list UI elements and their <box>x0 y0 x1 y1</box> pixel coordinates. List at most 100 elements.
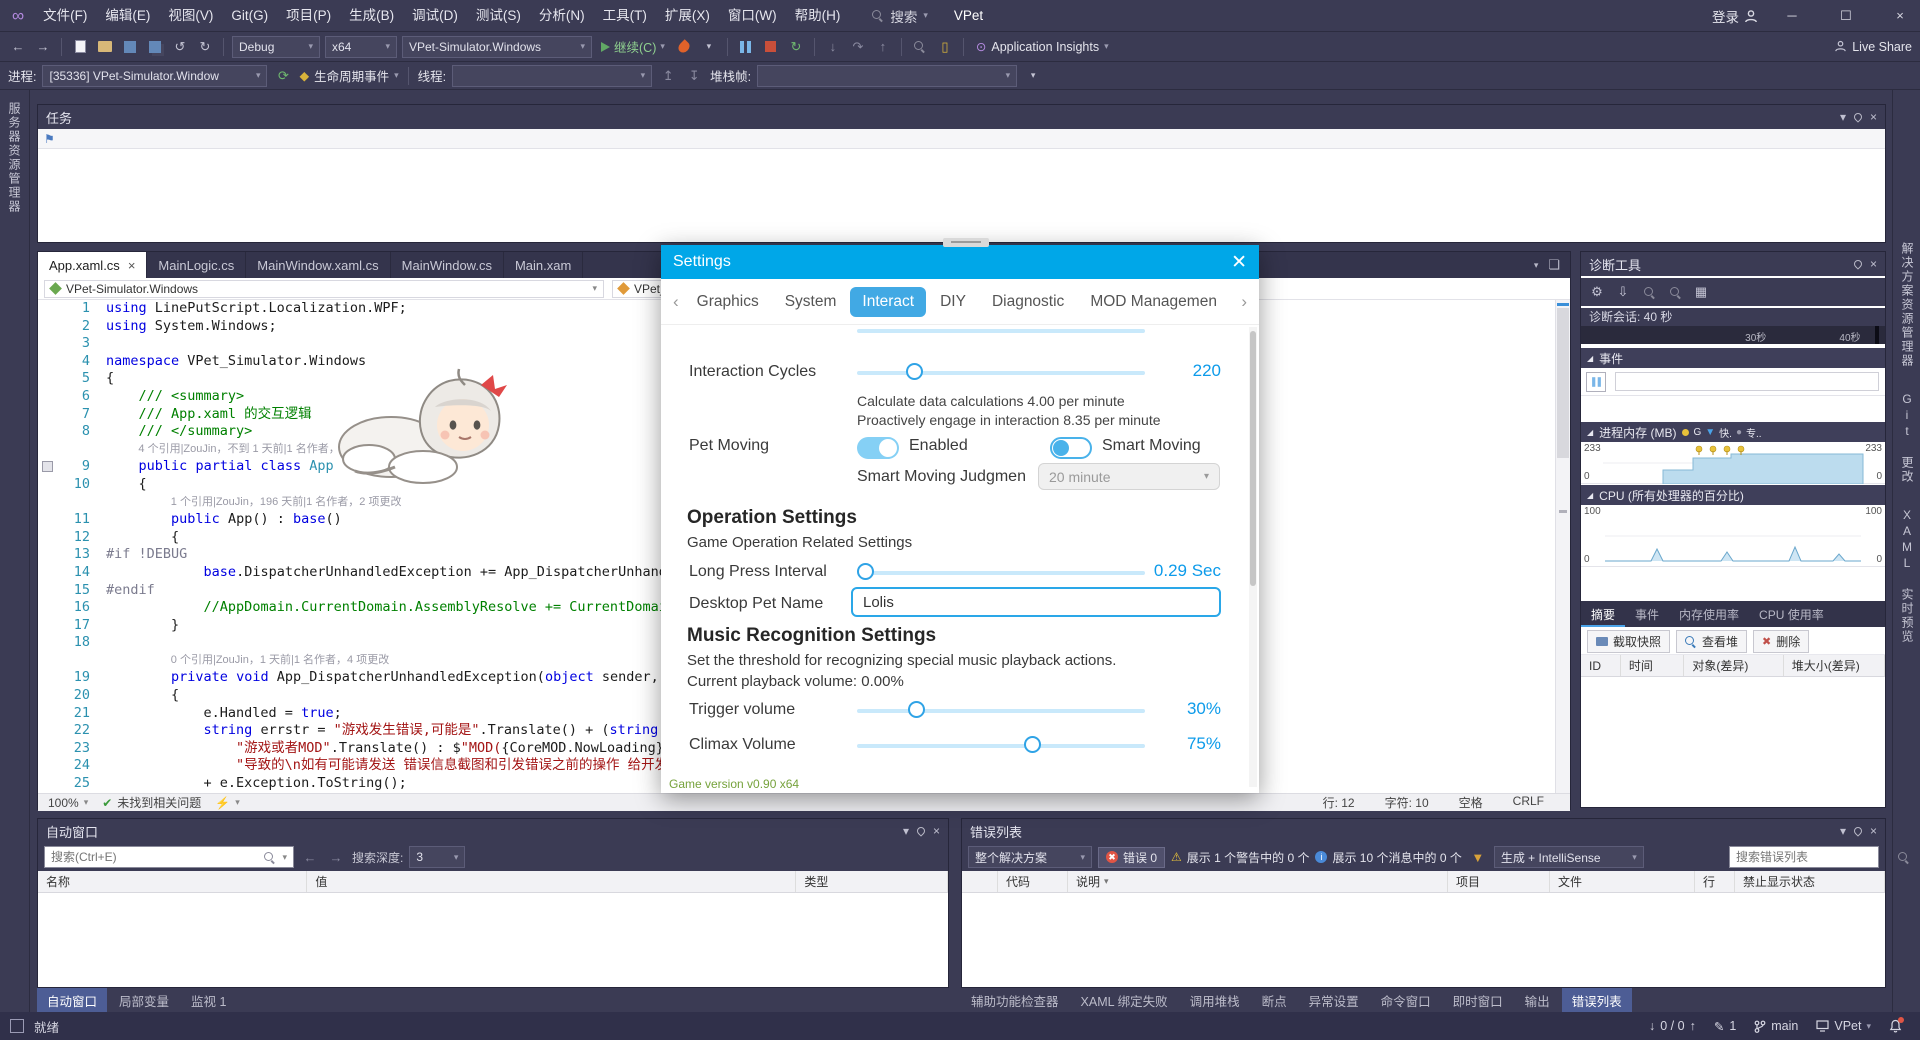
diag-column-对象(差异)[interactable]: 对象(差异) <box>1684 655 1783 676</box>
settings-tab-graphics[interactable]: Graphics <box>685 287 771 317</box>
new-file-icon[interactable] <box>70 37 90 57</box>
menu-item-视图(V)[interactable]: 视图(V) <box>159 0 222 31</box>
notifications-bell[interactable] <box>1889 1019 1902 1033</box>
step-over-icon[interactable]: ↷ <box>848 37 868 57</box>
diag-column-时间[interactable]: 时间 <box>1621 655 1685 676</box>
settings-tab-diagnostic[interactable]: Diagnostic <box>980 287 1076 317</box>
bookmark-icon[interactable]: ▯ <box>935 37 955 57</box>
panel-tab-监视 1[interactable]: 监视 1 <box>181 988 236 1012</box>
trigger-volume-slider[interactable] <box>857 701 1145 719</box>
git-branch-status[interactable]: main <box>1754 1019 1798 1033</box>
error-search-input[interactable] <box>1736 850 1891 864</box>
thread-dropdown[interactable]: ▾ <box>452 65 652 87</box>
severity-column[interactable] <box>962 871 998 892</box>
save-icon[interactable] <box>120 37 140 57</box>
document-tab-App.xaml.cs[interactable]: App.xaml.cs× <box>38 252 147 278</box>
panel-tab-输出[interactable]: 输出 <box>1515 988 1560 1012</box>
redo-icon[interactable]: ↻ <box>195 37 215 57</box>
vpet-character-sticker[interactable] <box>331 363 521 491</box>
thread-up-icon[interactable]: ↥ <box>658 66 678 86</box>
continue-button[interactable]: 继续(C) ▾ <box>597 37 669 56</box>
solution-config-dropdown[interactable]: Debug▾ <box>232 36 320 58</box>
panel-tab-XAML 绑定失败[interactable]: XAML 绑定失败 <box>1071 988 1178 1012</box>
chevron-down-icon[interactable]: ▾ <box>1840 824 1846 838</box>
autos-column-值[interactable]: 值 <box>307 871 796 892</box>
restart-icon[interactable]: ↻ <box>786 37 806 57</box>
menu-item-分析(N)[interactable]: 分析(N) <box>530 0 594 31</box>
menu-item-项目(P)[interactable]: 项目(P) <box>277 0 340 31</box>
lifecycle-events-dropdown[interactable]: ◆ 生命周期事件 ▾ <box>299 66 398 85</box>
panel-tab-辅助功能检查器[interactable]: 辅助功能检查器 <box>961 988 1069 1012</box>
float-window-icon[interactable]: ❏ <box>1548 257 1560 273</box>
zoom-dropdown[interactable]: 100%▾ <box>48 796 88 810</box>
interaction-cycles-slider[interactable] <box>857 363 1145 381</box>
refresh-process-icon[interactable]: ⟳ <box>273 66 293 86</box>
chevron-down-icon[interactable]: ▾ <box>903 824 909 838</box>
startup-project-dropdown[interactable]: VPet-Simulator.Windows▾ <box>402 36 592 58</box>
hot-reload-icon[interactable] <box>674 37 694 57</box>
slider-thumb[interactable] <box>906 363 923 380</box>
settings-close-icon[interactable]: ✕ <box>1231 251 1247 274</box>
document-health-indicator[interactable]: ✔ 未找到相关问题 <box>102 794 201 811</box>
zoom-in-icon[interactable] <box>1639 282 1659 302</box>
menu-item-调试(D)[interactable]: 调试(D) <box>403 0 467 31</box>
menu-item-帮助(H)[interactable]: 帮助(H) <box>786 0 850 31</box>
pet-name-input[interactable] <box>851 587 1221 617</box>
slider-thumb[interactable] <box>1024 736 1041 753</box>
messages-filter-button[interactable]: i 展示 10 个消息中的 0 个 <box>1315 849 1461 866</box>
error-column-文件[interactable]: 文件 <box>1550 871 1695 892</box>
autos-search-box[interactable]: ▾ <box>44 846 294 868</box>
autos-search-input[interactable] <box>51 850 257 864</box>
stop-debug-icon[interactable] <box>761 37 781 57</box>
diag-tab-摘要[interactable]: 摘要 <box>1581 601 1625 627</box>
slider-thumb[interactable] <box>908 701 925 718</box>
autos-column-类型[interactable]: 类型 <box>796 871 948 892</box>
search-depth-dropdown[interactable]: 3▾ <box>409 846 465 868</box>
error-search-box[interactable] <box>1729 846 1879 868</box>
pet-moving-toggle[interactable] <box>857 437 899 459</box>
smart-moving-toggle[interactable] <box>1050 437 1092 459</box>
stack-frame-dropdown[interactable]: ▾ <box>757 65 1017 87</box>
navigate-forward-icon[interactable]: → <box>33 37 53 57</box>
application-insights-dropdown[interactable]: ⊙ Application Insights ▾ <box>972 39 1113 54</box>
settings-tab-mod-managemen[interactable]: MOD Managemen <box>1078 287 1229 317</box>
smart-judgment-dropdown[interactable]: 20 minute ▾ <box>1038 463 1220 490</box>
live-share-button[interactable]: Live Share <box>1834 40 1912 54</box>
menu-item-Git(G)[interactable]: Git(G) <box>222 0 277 31</box>
gear-icon[interactable]: ⚙ <box>1587 282 1607 302</box>
diag-tab-内存使用率[interactable]: 内存使用率 <box>1669 601 1749 627</box>
scope-dropdown[interactable]: 整个解决方案▾ <box>968 846 1092 868</box>
diag-tab-事件[interactable]: 事件 <box>1625 601 1669 627</box>
document-tab-MainWindow.xaml.cs[interactable]: MainWindow.xaml.cs <box>246 252 390 278</box>
panel-tab-断点[interactable]: 断点 <box>1252 988 1297 1012</box>
tabs-scroll-left-icon[interactable]: ‹ <box>669 292 683 312</box>
filter-chevron-icon[interactable]: ▾ <box>1104 876 1109 887</box>
editor-vertical-scrollbar[interactable] <box>1555 300 1570 793</box>
menu-item-窗口(W)[interactable]: 窗口(W) <box>719 0 786 31</box>
diag-column-ID[interactable]: ID <box>1581 655 1621 676</box>
document-tab-MainLogic.cs[interactable]: MainLogic.cs <box>147 252 246 278</box>
error-column-说明[interactable]: 说明▾ <box>1068 871 1448 892</box>
toolbar-overflow-icon[interactable]: ▾ <box>1023 66 1043 86</box>
diag-button-删除[interactable]: ✖删除 <box>1753 630 1809 653</box>
step-out-icon[interactable]: ↑ <box>873 37 893 57</box>
side-tab-解决方案资源管理器[interactable]: 解决方案资源管理器 <box>1893 230 1920 380</box>
error-column-行[interactable]: 行 <box>1695 871 1735 892</box>
chevron-down-icon[interactable]: ▾ <box>1840 110 1846 124</box>
side-tab-Git 更改[interactable]: Git 更改 <box>1893 380 1920 496</box>
thread-down-icon[interactable]: ↧ <box>684 66 704 86</box>
cpu-section-header[interactable]: ◢CPU (所有处理器的百分比) <box>1581 485 1885 505</box>
platform-dropdown[interactable]: x64▾ <box>325 36 397 58</box>
settings-tab-diy[interactable]: DIY <box>928 287 978 317</box>
navigate-back-icon[interactable]: ← <box>8 37 28 57</box>
settings-tab-system[interactable]: System <box>773 287 849 317</box>
panel-tab-错误列表[interactable]: 错误列表 <box>1562 988 1632 1012</box>
maximize-button[interactable]: ☐ <box>1826 0 1866 32</box>
menu-item-工具(T)[interactable]: 工具(T) <box>594 0 656 31</box>
menu-item-编辑(E)[interactable]: 编辑(E) <box>96 0 159 31</box>
settings-scrollbar[interactable] <box>1249 327 1257 787</box>
breadcrumb-project-dropdown[interactable]: VPet-Simulator.Windows ▾ <box>44 280 604 298</box>
warnings-filter-button[interactable]: ⚠ 展示 1 个警告中的 0 个 <box>1171 849 1309 866</box>
settings-tab-interact[interactable]: Interact <box>850 287 926 317</box>
pin-icon[interactable] <box>1854 827 1862 835</box>
